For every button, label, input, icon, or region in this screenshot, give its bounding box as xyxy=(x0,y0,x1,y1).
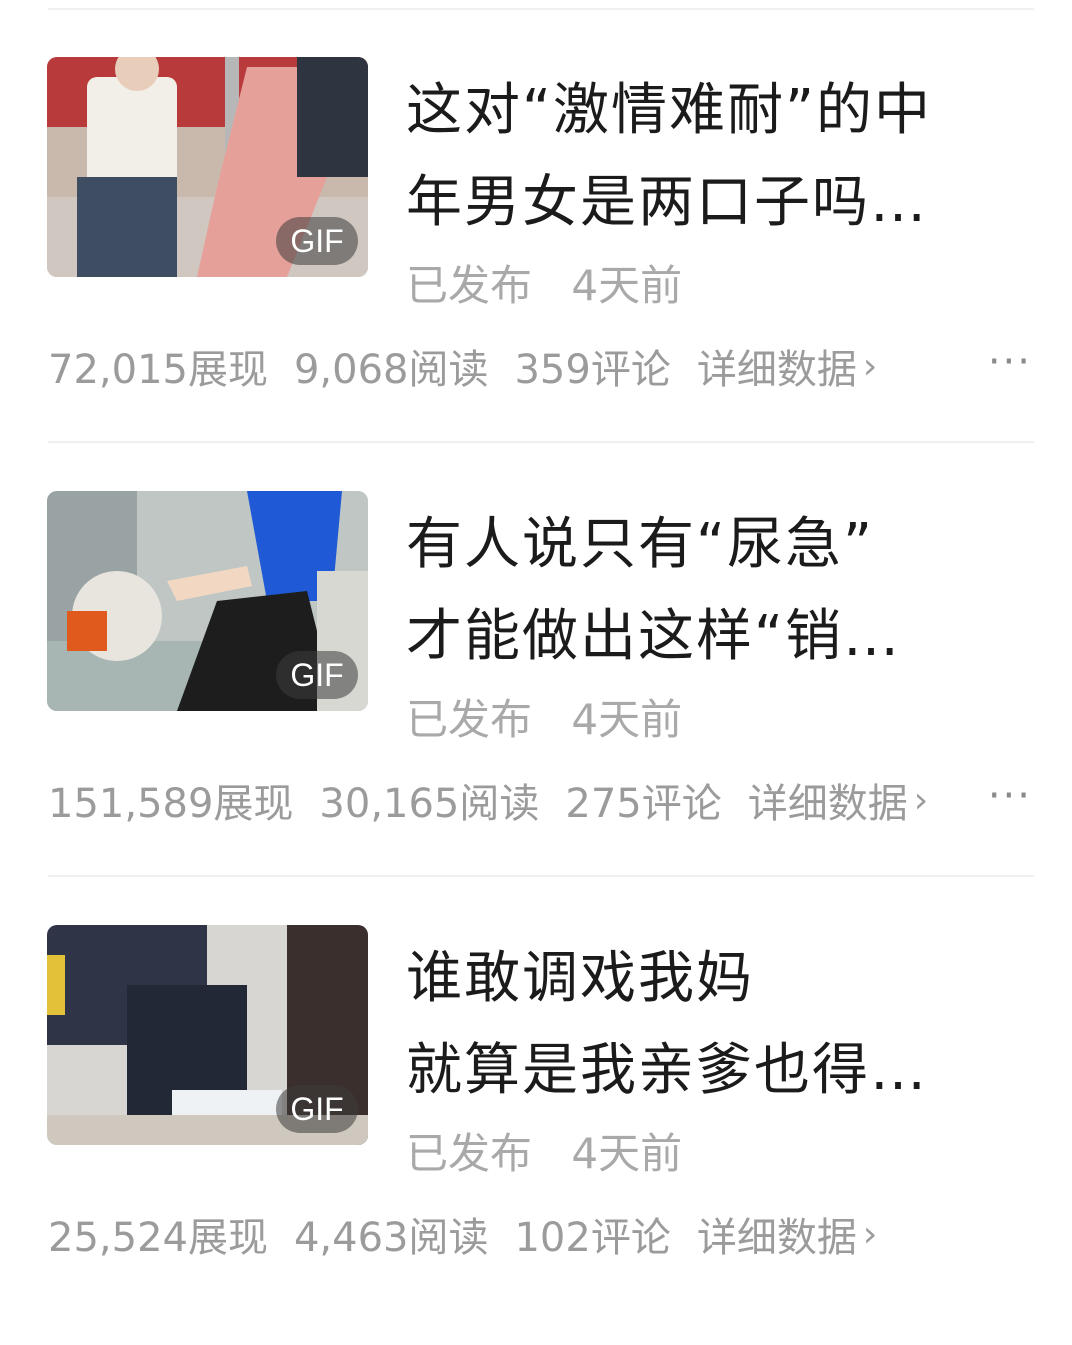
comments-count: 102评论 xyxy=(514,1215,671,1261)
article-thumbnail[interactable]: GIF xyxy=(47,925,368,1145)
chevron-right-icon: › xyxy=(862,345,878,387)
comments-count: 359评论 xyxy=(514,347,671,393)
impressions-count: 25,524展现 xyxy=(48,1215,268,1261)
reads-count: 9,068阅读 xyxy=(293,347,489,393)
details-link[interactable]: 详细数据 › xyxy=(748,771,928,829)
publish-meta: 已发布 4天前 xyxy=(406,686,682,747)
publish-meta: 已发布 4天前 xyxy=(406,252,682,313)
article-thumbnail[interactable]: GIF xyxy=(47,491,368,711)
publish-status: 已发布 xyxy=(406,261,533,310)
publish-status: 已发布 xyxy=(406,1129,533,1178)
top-divider xyxy=(48,8,1034,10)
article-card[interactable]: GIF 谁敢调戏我妈 就算是我亲爹也得… 已发布 4天前 25,524展现 4,… xyxy=(0,925,1072,1345)
article-title[interactable]: 这对“激情难耐”的中 年男女是两口子吗… xyxy=(406,65,1006,249)
article-stats: 25,524展现 4,463阅读 102评论 详细数据 › xyxy=(48,1205,1034,1263)
publish-time: 4天前 xyxy=(571,261,683,310)
publish-time: 4天前 xyxy=(571,1129,683,1178)
article-thumbnail[interactable]: GIF xyxy=(47,57,368,277)
reads-count: 30,165阅读 xyxy=(319,781,540,827)
article-title[interactable]: 谁敢调戏我妈 就算是我亲爹也得… xyxy=(406,933,1006,1117)
card-divider xyxy=(48,875,1034,877)
chevron-right-icon: › xyxy=(862,1213,878,1255)
gif-badge: GIF xyxy=(276,1085,358,1133)
article-card[interactable]: GIF 这对“激情难耐”的中 年男女是两口子吗… 已发布 4天前 72,015展… xyxy=(0,57,1072,477)
article-card[interactable]: GIF 有人说只有“尿急” 才能做出这样“销… 已发布 4天前 151,589展… xyxy=(0,491,1072,911)
gif-badge: GIF xyxy=(276,651,358,699)
reads-count: 4,463阅读 xyxy=(293,1215,489,1261)
card-divider xyxy=(48,441,1034,443)
publish-meta: 已发布 4天前 xyxy=(406,1120,682,1181)
chevron-right-icon: › xyxy=(913,779,929,821)
details-link[interactable]: 详细数据 › xyxy=(697,337,877,395)
details-link[interactable]: 详细数据 › xyxy=(697,1205,877,1263)
article-stats: 72,015展现 9,068阅读 359评论 详细数据 › xyxy=(48,337,1034,395)
article-stats: 151,589展现 30,165阅读 275评论 详细数据 › xyxy=(48,771,988,829)
publish-status: 已发布 xyxy=(406,695,533,744)
more-options-icon[interactable]: ··· xyxy=(988,773,1032,819)
article-title[interactable]: 有人说只有“尿急” 才能做出这样“销… xyxy=(406,499,1006,683)
publish-time: 4天前 xyxy=(571,695,683,744)
comments-count: 275评论 xyxy=(565,781,722,827)
impressions-count: 151,589展现 xyxy=(48,781,294,827)
more-options-icon[interactable]: ··· xyxy=(988,339,1032,385)
impressions-count: 72,015展现 xyxy=(48,347,268,393)
gif-badge: GIF xyxy=(276,217,358,265)
